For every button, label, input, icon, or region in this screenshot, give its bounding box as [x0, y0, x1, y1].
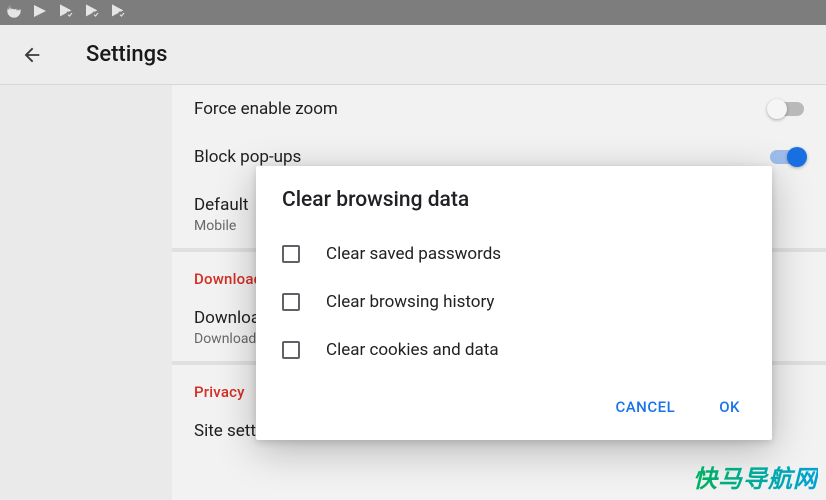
checkbox-label: Clear saved passwords: [326, 244, 501, 264]
cancel-button[interactable]: CANCEL: [607, 392, 683, 422]
dialog-option-history[interactable]: Clear browsing history: [282, 278, 746, 326]
checkbox-unchecked-icon[interactable]: [282, 245, 300, 263]
ok-button[interactable]: OK: [711, 392, 748, 422]
watermark: 快马导航网: [693, 459, 818, 494]
checkbox-label: Clear browsing history: [326, 292, 494, 312]
dialog-option-passwords[interactable]: Clear saved passwords: [282, 230, 746, 278]
clear-browsing-data-dialog: Clear browsing data Clear saved password…: [256, 166, 772, 440]
checkbox-unchecked-icon[interactable]: [282, 341, 300, 359]
dialog-option-cookies[interactable]: Clear cookies and data: [282, 326, 746, 374]
checkbox-label: Clear cookies and data: [326, 340, 499, 360]
checkbox-unchecked-icon[interactable]: [282, 293, 300, 311]
dialog-title: Clear browsing data: [256, 166, 772, 230]
